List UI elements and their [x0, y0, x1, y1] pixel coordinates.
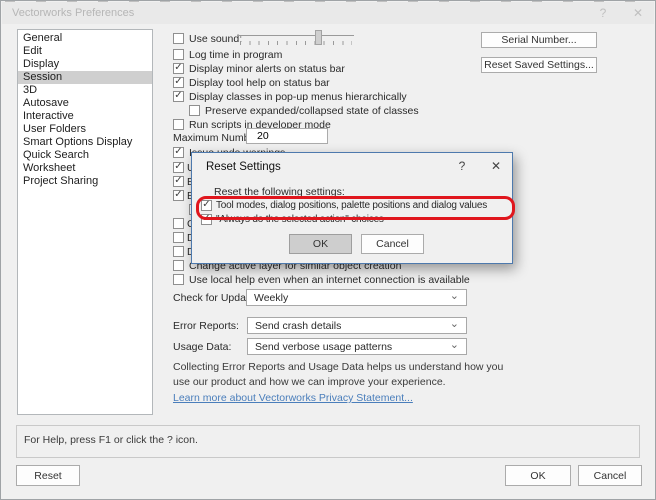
sidebar-item-autosave[interactable]: Autosave	[18, 97, 152, 110]
sidebar-item-quick-search[interactable]: Quick Search	[18, 149, 152, 162]
dropdown-value: Send crash details	[255, 320, 341, 332]
checkbox-label: Use sound:	[189, 33, 242, 45]
reset-button[interactable]: Reset	[16, 465, 80, 486]
sidebar-item-user-folders[interactable]: User Folders	[18, 123, 152, 136]
check-icon: ✓	[174, 190, 182, 200]
error-reports-label: Error Reports:	[173, 320, 239, 332]
window-close-icon[interactable]: ✕	[631, 6, 645, 20]
sidebar-item-edit[interactable]: Edit	[18, 45, 152, 58]
usage-data-dropdown[interactable]: Send verbose usage patterns ⌄	[247, 338, 467, 355]
always-do-action-reset-checkbox[interactable]: ✓ "Always do the selected action" choice…	[201, 214, 384, 225]
dialog-cancel-button[interactable]: Cancel	[361, 234, 424, 254]
tool-help-checkbox[interactable]: ✓ Display tool help on status bar	[173, 76, 330, 89]
check-updates-dropdown[interactable]: Weekly ⌄	[246, 289, 467, 306]
slider-thumb[interactable]	[315, 30, 322, 45]
check-icon: ✓	[174, 63, 182, 73]
check-icon: ✓	[202, 214, 210, 224]
checkbox-label: Preserve expanded/collapsed state of cla…	[205, 105, 419, 117]
checkbox-icon	[189, 105, 200, 116]
reset-settings-dialog: Reset Settings ? ✕ Reset the following s…	[191, 152, 513, 264]
status-help-text: For Help, press F1 or click the ? icon.	[24, 434, 198, 446]
checkbox-checked-icon: ✓	[173, 176, 184, 187]
status-help-bar: For Help, press F1 or click the ? icon.	[16, 425, 640, 458]
window-help-icon[interactable]: ?	[596, 6, 610, 20]
sidebar-item-smart-options-display[interactable]: Smart Options Display	[18, 136, 152, 149]
checkbox-label: Log time in program	[189, 49, 282, 61]
privacy-description: Collecting Error Reports and Usage Data …	[173, 360, 523, 389]
checkbox-label: Display minor alerts on status bar	[189, 63, 345, 75]
preferences-category-list: General Edit Display Session 3D Autosave…	[17, 29, 153, 415]
use-sound-volume-slider[interactable]	[238, 29, 354, 46]
checkbox-icon	[173, 119, 184, 130]
checkbox-label: Display classes in pop-up menus hierarch…	[189, 91, 407, 103]
checkbox-checked-icon: ✓	[173, 162, 184, 173]
checkbox-label: Display tool help on status bar	[189, 77, 330, 89]
chevron-down-icon: ⌄	[450, 338, 459, 351]
local-help-checkbox[interactable]: Use local help even when an internet con…	[173, 273, 470, 286]
checkbox-label: "Always do the selected action" choices	[216, 214, 384, 225]
check-icon: ✓	[202, 200, 210, 210]
error-reports-dropdown[interactable]: Send crash details ⌄	[247, 317, 467, 334]
check-icon: ✓	[174, 176, 182, 186]
privacy-statement-link[interactable]: Learn more about Vectorworks Privacy Sta…	[173, 392, 413, 404]
checkbox-icon	[173, 274, 184, 285]
tool-modes-reset-checkbox[interactable]: ✓ Tool modes, dialog positions, palette …	[201, 200, 487, 211]
check-icon: ✓	[174, 91, 182, 101]
window-title: Vectorworks Preferences	[12, 7, 134, 19]
serial-number-button[interactable]: Serial Number...	[481, 32, 597, 48]
dropdown-value: Weekly	[254, 292, 288, 304]
checkbox-checked-icon: ✓	[201, 200, 212, 211]
chevron-down-icon: ⌄	[450, 289, 459, 302]
vectorworks-preferences-window: Vectorworks Preferences ? ✕ General Edit…	[0, 0, 656, 500]
checkbox-checked-icon: ✓	[173, 77, 184, 88]
sidebar-item-session[interactable]: Session	[18, 71, 152, 84]
check-icon: ✓	[174, 147, 182, 157]
checkbox-icon	[173, 260, 184, 271]
checkbox-checked-icon: ✓	[173, 190, 184, 201]
slider-ticks	[240, 41, 352, 45]
sidebar-item-worksheet[interactable]: Worksheet	[18, 162, 152, 175]
slider-track	[238, 35, 354, 36]
dialog-prompt: Reset the following settings:	[214, 186, 345, 198]
chevron-down-icon: ⌄	[450, 317, 459, 330]
checkbox-icon	[173, 49, 184, 60]
check-icon: ✓	[174, 77, 182, 87]
sidebar-item-interactive[interactable]: Interactive	[18, 110, 152, 123]
preserve-state-checkbox[interactable]: Preserve expanded/collapsed state of cla…	[189, 104, 419, 117]
checkbox-checked-icon: ✓	[173, 147, 184, 158]
sidebar-item-general[interactable]: General	[18, 32, 152, 45]
minor-alerts-checkbox[interactable]: ✓ Display minor alerts on status bar	[173, 62, 345, 75]
sidebar-item-project-sharing[interactable]: Project Sharing	[18, 175, 152, 188]
sidebar-item-display[interactable]: Display	[18, 58, 152, 71]
check-icon: ✓	[174, 162, 182, 172]
dropdown-value: Send verbose usage patterns	[255, 341, 392, 353]
window-titlebar: Vectorworks Preferences ? ✕	[2, 2, 654, 24]
dialog-help-icon[interactable]: ?	[455, 159, 469, 173]
checkbox-icon	[173, 232, 184, 243]
classes-hierarchical-checkbox[interactable]: ✓ Display classes in pop-up menus hierar…	[173, 90, 407, 103]
ok-button[interactable]: OK	[505, 465, 571, 486]
checkbox-checked-icon: ✓	[173, 63, 184, 74]
max-undos-input[interactable]	[246, 128, 328, 144]
checkbox-icon	[173, 33, 184, 44]
checkbox-checked-icon: ✓	[201, 214, 212, 225]
checkbox-icon	[173, 218, 184, 229]
checkbox-label: Tool modes, dialog positions, palette po…	[216, 200, 487, 211]
checkbox-label: Use local help even when an internet con…	[189, 274, 470, 286]
checkbox-checked-icon: ✓	[173, 91, 184, 102]
log-time-checkbox[interactable]: Log time in program	[173, 48, 282, 61]
dialog-ok-button[interactable]: OK	[289, 234, 352, 254]
dialog-title: Reset Settings	[206, 161, 281, 173]
dialog-close-icon[interactable]: ✕	[489, 159, 503, 173]
cancel-button[interactable]: Cancel	[578, 465, 642, 486]
reset-saved-settings-button[interactable]: Reset Saved Settings...	[481, 57, 597, 73]
use-sound-checkbox[interactable]: Use sound:	[173, 32, 242, 45]
usage-data-label: Usage Data:	[173, 341, 231, 353]
sidebar-item-3d[interactable]: 3D	[18, 84, 152, 97]
checkbox-icon	[173, 246, 184, 257]
